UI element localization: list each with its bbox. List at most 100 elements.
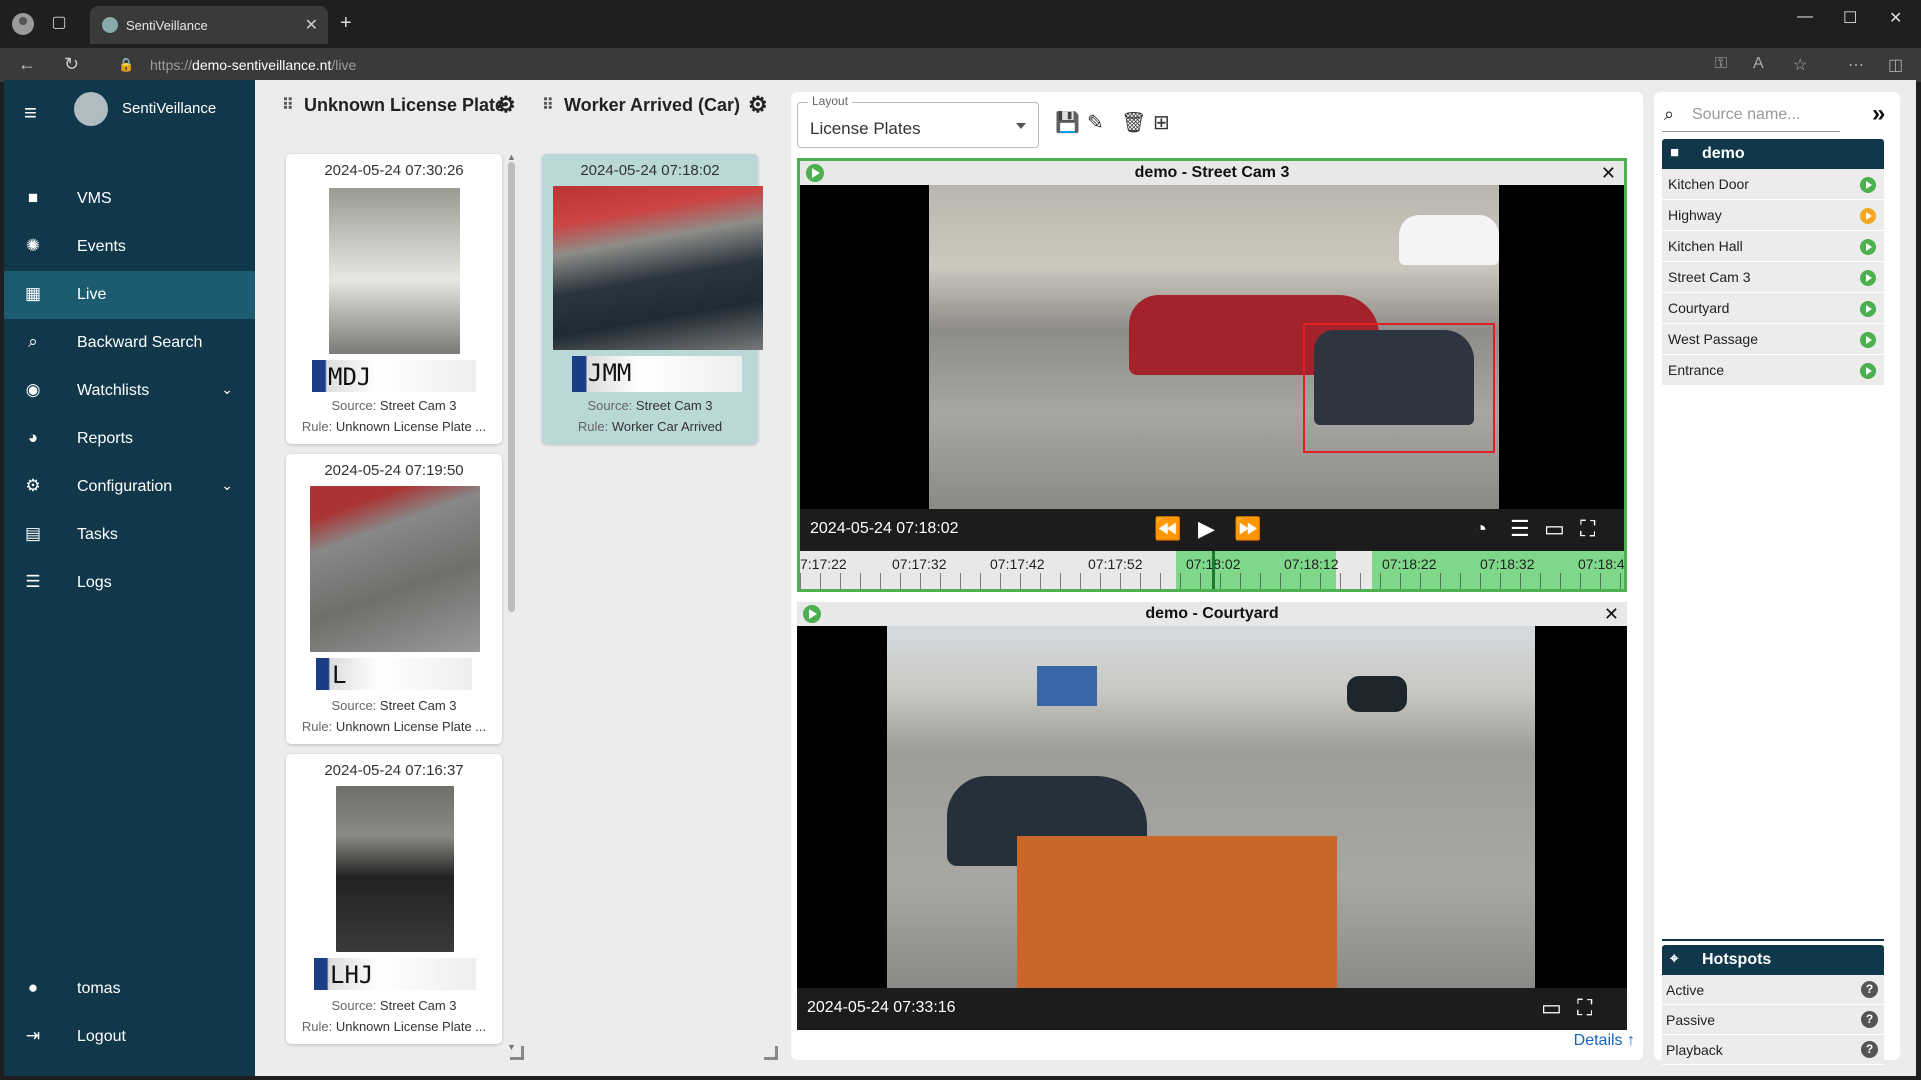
play-status-icon[interactable] [1860, 301, 1876, 317]
source-item[interactable]: Street Cam 3 [1662, 262, 1884, 293]
hotspot-item[interactable]: Playback? [1662, 1035, 1884, 1065]
help-icon[interactable]: ? [1861, 981, 1878, 998]
browser-tab[interactable]: SentiVeillance ✕ [90, 6, 328, 44]
sidebar-toggle-icon[interactable]: ◫ [1888, 55, 1903, 75]
source-item[interactable]: West Passage [1662, 324, 1884, 355]
brand-logo-icon [74, 92, 108, 126]
search-icon: ⌕ [28, 332, 38, 351]
search-icon: ⌕ [1664, 104, 1675, 124]
source-item[interactable]: Kitchen Hall [1662, 231, 1884, 262]
close-pane-icon[interactable]: ✕ [1601, 161, 1616, 185]
fullscreen-icon[interactable]: ⛶ [1577, 995, 1592, 1021]
favorite-star-icon[interactable]: ☆ [1793, 55, 1807, 75]
hotspots-header[interactable]: ⌖ Hotspots [1662, 945, 1884, 975]
delete-icon[interactable]: 🗑 [1121, 110, 1146, 135]
event-card[interactable]: 2024-05-24 07:30:26 MDJ Source: Street C… [286, 154, 502, 444]
eye-icon: ◉ [25, 380, 41, 399]
sidebar-item-configuration[interactable]: ⚙ Configuration ⌄ [4, 463, 255, 511]
source-group-demo[interactable]: ■ demo [1662, 139, 1884, 169]
reload-icon[interactable]: ↻ [64, 54, 79, 75]
event-card-selected[interactable]: 2024-05-24 07:18:02 JMM Source: Street C… [542, 154, 763, 444]
url-field[interactable]: 🔒 https://demo-sentiveillance.nt/live [108, 52, 1708, 78]
speed-icon[interactable]: ◔ [1474, 516, 1487, 542]
play-icon[interactable]: ▶ [1198, 516, 1215, 542]
event-scrollbar[interactable]: ▲ ▼ [507, 152, 516, 1052]
tab-actions-icon[interactable]: ▢ [48, 12, 70, 34]
collapse-panel-icon[interactable]: » [1872, 100, 1885, 128]
play-status-icon[interactable] [1860, 239, 1876, 255]
resize-handle-icon[interactable] [764, 1046, 778, 1060]
profile-icon[interactable] [12, 13, 34, 35]
menu-icon[interactable]: ≡ [24, 100, 37, 126]
plate-crop: LHJ [314, 958, 476, 990]
details-link[interactable]: Details ↑ [1574, 1032, 1635, 1050]
scroll-thumb[interactable] [508, 162, 515, 612]
sidebar-item-reports[interactable]: ◕ Reports [4, 415, 255, 463]
new-tab-icon[interactable]: + [340, 12, 352, 35]
maximize-icon[interactable]: ☐ [1843, 8, 1857, 28]
sidebar-item-backward-search[interactable]: ⌕ Backward Search [4, 319, 255, 367]
save-icon[interactable]: 💾 [1055, 110, 1080, 135]
event-snapshot [329, 188, 460, 354]
source-search-input[interactable] [1692, 104, 1837, 126]
close-pane-icon[interactable]: ✕ [1604, 602, 1619, 626]
fast-forward-icon[interactable]: ⏩ [1234, 516, 1261, 542]
event-rule: Rule: Unknown License Plate ... [301, 419, 487, 434]
minimize-icon[interactable]: — [1797, 8, 1813, 26]
sidebar-item-logout[interactable]: ⇥ Logout [4, 1013, 255, 1061]
play-status-icon[interactable] [1860, 363, 1876, 379]
read-aloud-icon[interactable]: A [1753, 55, 1764, 73]
sidebar-item-logs[interactable]: ☰ Logs [4, 559, 255, 607]
sidebar-item-vms[interactable]: ■ VMS [4, 175, 255, 223]
more-icon[interactable]: ⋯ [1848, 55, 1864, 75]
hotspot-item[interactable]: Passive? [1662, 1005, 1884, 1035]
source-item[interactable]: Entrance [1662, 355, 1884, 386]
timeline-icon[interactable]: ☰ [1510, 516, 1530, 542]
window-close-icon[interactable]: ✕ [1889, 8, 1902, 28]
live-mode-icon[interactable]: ▭ [1544, 516, 1565, 542]
help-icon[interactable]: ? [1861, 1011, 1878, 1028]
source-item[interactable]: Kitchen Door [1662, 169, 1884, 200]
video-frame [929, 185, 1499, 509]
source-item[interactable]: Highway [1662, 200, 1884, 231]
layout-select[interactable]: Layout License Plates [797, 94, 1039, 148]
video-pane-courtyard[interactable]: demo - Courtyard ✕ 2024-05-24 07:33:16 ▭… [797, 602, 1627, 1030]
play-status-icon[interactable] [1860, 177, 1876, 193]
gear-icon[interactable]: ⚙ [748, 92, 768, 118]
sidebar-item-tasks[interactable]: ▤ Tasks [4, 511, 255, 559]
rewind-icon[interactable]: ⏪ [1154, 516, 1181, 542]
event-card[interactable]: 2024-05-24 07:19:50 L Source: Street Cam… [286, 454, 502, 744]
help-icon[interactable]: ? [1861, 1041, 1878, 1058]
edit-icon[interactable]: ✎ [1087, 110, 1104, 135]
sidebar-item-events[interactable]: ✺ Events [4, 223, 255, 271]
sidebar-item-user[interactable]: ● tomas [4, 965, 255, 1013]
drag-handle-icon[interactable]: ⠿ [282, 95, 294, 115]
event-card[interactable]: 2024-05-24 07:16:37 LHJ Source: Street C… [286, 754, 502, 1044]
back-icon[interactable]: ← [18, 54, 36, 75]
playback-timestamp: 2024-05-24 07:33:16 [807, 999, 956, 1016]
drag-handle-icon[interactable]: ⠿ [542, 95, 554, 115]
pause-status-icon[interactable] [1860, 208, 1876, 224]
key-icon[interactable]: ⚿ [1715, 55, 1727, 73]
event-rule: Rule: Worker Car Arrived [577, 419, 723, 434]
source-item[interactable]: Courtyard [1662, 293, 1884, 324]
add-layout-icon[interactable]: ⊞ [1153, 110, 1170, 135]
fullscreen-icon[interactable]: ⛶ [1580, 516, 1595, 542]
timeline[interactable]: 7:17:22 07:17:32 07:17:42 07:17:52 07:18… [800, 551, 1624, 589]
playhead[interactable] [1212, 551, 1215, 589]
gear-icon[interactable]: ⚙ [496, 92, 516, 118]
layout-label: Layout [808, 94, 853, 108]
event-source: Source: Street Cam 3 [587, 398, 713, 413]
plate-crop: JMM [572, 356, 742, 392]
sidebar-item-watchlists[interactable]: ◉ Watchlists ⌄ [4, 367, 255, 415]
video-pane-street-cam-3[interactable]: demo - Street Cam 3 ✕ 2024-05-24 07:18:0… [797, 158, 1627, 592]
play-status-icon[interactable] [1860, 332, 1876, 348]
hotspot-item[interactable]: Active? [1662, 975, 1884, 1005]
scroll-up-icon[interactable]: ▲ [507, 152, 516, 162]
url-host: demo-sentiveillance.nt [192, 57, 332, 73]
play-status-icon[interactable] [1860, 270, 1876, 286]
close-tab-icon[interactable]: ✕ [305, 15, 318, 35]
live-mode-icon[interactable]: ▭ [1541, 995, 1562, 1021]
sidebar-item-live[interactable]: ▦ Live [4, 271, 255, 319]
resize-handle-icon[interactable] [510, 1046, 524, 1060]
